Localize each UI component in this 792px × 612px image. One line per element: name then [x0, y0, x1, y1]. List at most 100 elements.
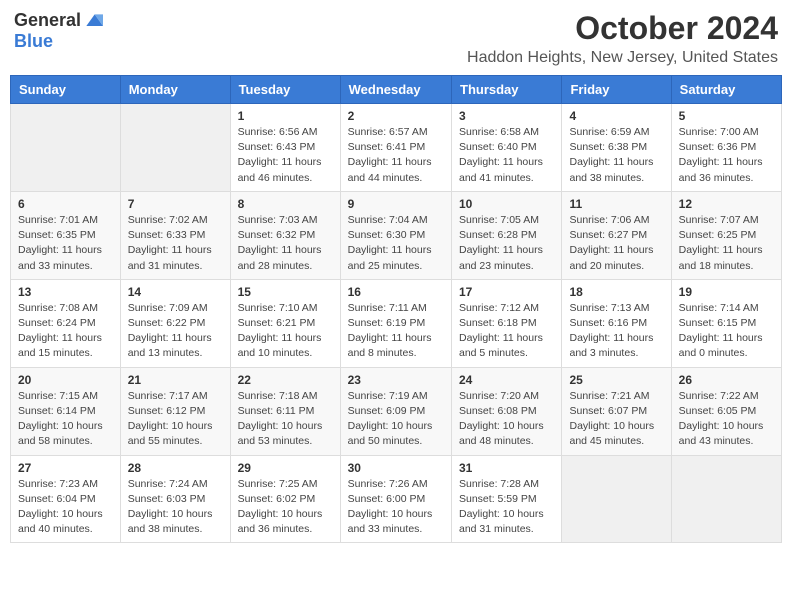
month-title: October 2024 — [467, 10, 778, 47]
day-header-monday: Monday — [120, 76, 230, 104]
calendar-cell: 22Sunrise: 7:18 AM Sunset: 6:11 PM Dayli… — [230, 367, 340, 455]
day-number: 19 — [679, 285, 774, 299]
day-info: Sunrise: 7:09 AM Sunset: 6:22 PM Dayligh… — [128, 301, 223, 362]
day-info: Sunrise: 7:10 AM Sunset: 6:21 PM Dayligh… — [238, 301, 333, 362]
day-number: 11 — [569, 197, 663, 211]
day-number: 9 — [348, 197, 444, 211]
calendar-cell: 18 Sunrise: 7:13 AM Sunset: 6:16 PM Dayli… — [562, 279, 671, 367]
calendar-cell: 11 Sunrise: 7:06 AM Sunset: 6:27 PM Dayli… — [562, 191, 671, 279]
day-info: Sunrise: 6:58 AM Sunset: 6:40 PM Dayligh… — [459, 125, 554, 186]
day-number: 8 — [238, 197, 333, 211]
day-info: Sunrise: 7:20 AM Sunset: 6:08 PM Dayligh… — [459, 389, 554, 450]
logo: General Blue — [14, 10, 103, 52]
calendar-table: SundayMondayTuesdayWednesdayThursdayFrid… — [10, 75, 782, 543]
logo-icon — [83, 11, 103, 31]
calendar-cell: 12 Sunrise: 7:07 AM Sunset: 6:25 PM Dayli… — [671, 191, 781, 279]
calendar-cell: 30 Sunrise: 7:26 AM Sunset: 6:00 PM Dayli… — [340, 455, 451, 543]
day-number: 20 — [18, 373, 113, 387]
day-info: Sunrise: 7:07 AM Sunset: 6:25 PM Dayligh… — [679, 213, 774, 274]
day-number: 15 — [238, 285, 333, 299]
day-number: 25 — [569, 373, 663, 387]
day-info: Sunrise: 7:03 AM Sunset: 6:32 PM Dayligh… — [238, 213, 333, 274]
day-info: Sunrise: 7:11 AM Sunset: 6:19 PM Dayligh… — [348, 301, 444, 362]
day-header-friday: Friday — [562, 76, 671, 104]
calendar-cell: 10Sunrise: 7:05 AM Sunset: 6:28 PM Dayli… — [452, 191, 562, 279]
week-row-1: 1 Sunrise: 6:56 AM Sunset: 6:43 PM Daylig… — [11, 104, 782, 192]
day-header-thursday: Thursday — [452, 76, 562, 104]
calendar-cell — [671, 455, 781, 543]
calendar-cell: 6 Sunrise: 7:01 AM Sunset: 6:35 PM Daylig… — [11, 191, 121, 279]
day-number: 10 — [459, 197, 554, 211]
day-info: Sunrise: 7:26 AM Sunset: 6:00 PM Dayligh… — [348, 477, 444, 538]
location-title: Haddon Heights, New Jersey, United State… — [467, 49, 778, 67]
calendar-cell: 31 Sunrise: 7:28 AM Sunset: 5:59 PM Dayli… — [452, 455, 562, 543]
day-info: Sunrise: 7:21 AM Sunset: 6:07 PM Dayligh… — [569, 389, 663, 450]
calendar-cell: 13 Sunrise: 7:08 AM Sunset: 6:24 PM Dayli… — [11, 279, 121, 367]
day-info: Sunrise: 6:57 AM Sunset: 6:41 PM Dayligh… — [348, 125, 444, 186]
day-number: 1 — [238, 109, 333, 123]
calendar-header-row: SundayMondayTuesdayWednesdayThursdayFrid… — [11, 76, 782, 104]
day-info: Sunrise: 7:19 AM Sunset: 6:09 PM Dayligh… — [348, 389, 444, 450]
day-info: Sunrise: 7:00 AM Sunset: 6:36 PM Dayligh… — [679, 125, 774, 186]
calendar-cell — [120, 104, 230, 192]
calendar-cell: 5 Sunrise: 7:00 AM Sunset: 6:36 PM Daylig… — [671, 104, 781, 192]
week-row-3: 13 Sunrise: 7:08 AM Sunset: 6:24 PM Dayli… — [11, 279, 782, 367]
day-info: Sunrise: 7:01 AM Sunset: 6:35 PM Dayligh… — [18, 213, 113, 274]
calendar-cell: 24Sunrise: 7:20 AM Sunset: 6:08 PM Dayli… — [452, 367, 562, 455]
day-info: Sunrise: 7:13 AM Sunset: 6:16 PM Dayligh… — [569, 301, 663, 362]
calendar-cell: 19 Sunrise: 7:14 AM Sunset: 6:15 PM Dayli… — [671, 279, 781, 367]
day-number: 6 — [18, 197, 113, 211]
calendar-cell — [562, 455, 671, 543]
day-number: 30 — [348, 461, 444, 475]
day-number: 23 — [348, 373, 444, 387]
calendar-cell: 15 Sunrise: 7:10 AM Sunset: 6:21 PM Dayli… — [230, 279, 340, 367]
day-header-saturday: Saturday — [671, 76, 781, 104]
day-info: Sunrise: 6:59 AM Sunset: 6:38 PM Dayligh… — [569, 125, 663, 186]
day-info: Sunrise: 7:15 AM Sunset: 6:14 PM Dayligh… — [18, 389, 113, 450]
day-number: 17 — [459, 285, 554, 299]
day-info: Sunrise: 7:06 AM Sunset: 6:27 PM Dayligh… — [569, 213, 663, 274]
calendar-cell: 21 Sunrise: 7:17 AM Sunset: 6:12 PM Dayli… — [120, 367, 230, 455]
logo-general-text: General — [14, 10, 81, 31]
day-info: Sunrise: 6:56 AM Sunset: 6:43 PM Dayligh… — [238, 125, 333, 186]
day-info: Sunrise: 7:04 AM Sunset: 6:30 PM Dayligh… — [348, 213, 444, 274]
day-info: Sunrise: 7:08 AM Sunset: 6:24 PM Dayligh… — [18, 301, 113, 362]
calendar-cell: 26Sunrise: 7:22 AM Sunset: 6:05 PM Dayli… — [671, 367, 781, 455]
title-section: October 2024 Haddon Heights, New Jersey,… — [467, 10, 778, 67]
logo-blue-text: Blue — [14, 31, 53, 52]
calendar-cell: 27 Sunrise: 7:23 AM Sunset: 6:04 PM Dayli… — [11, 455, 121, 543]
day-number: 26 — [679, 373, 774, 387]
day-number: 2 — [348, 109, 444, 123]
day-number: 12 — [679, 197, 774, 211]
calendar-cell — [11, 104, 121, 192]
calendar-cell: 8 Sunrise: 7:03 AM Sunset: 6:32 PM Daylig… — [230, 191, 340, 279]
calendar-cell: 29Sunrise: 7:25 AM Sunset: 6:02 PM Dayli… — [230, 455, 340, 543]
day-number: 13 — [18, 285, 113, 299]
day-info: Sunrise: 7:17 AM Sunset: 6:12 PM Dayligh… — [128, 389, 223, 450]
page-header: General Blue October 2024 Haddon Heights… — [10, 10, 782, 67]
calendar-cell: 4 Sunrise: 6:59 AM Sunset: 6:38 PM Daylig… — [562, 104, 671, 192]
calendar-cell: 3Sunrise: 6:58 AM Sunset: 6:40 PM Daylig… — [452, 104, 562, 192]
calendar-cell: 25 Sunrise: 7:21 AM Sunset: 6:07 PM Dayli… — [562, 367, 671, 455]
day-info: Sunrise: 7:14 AM Sunset: 6:15 PM Dayligh… — [679, 301, 774, 362]
calendar-cell: 23 Sunrise: 7:19 AM Sunset: 6:09 PM Dayli… — [340, 367, 451, 455]
day-info: Sunrise: 7:02 AM Sunset: 6:33 PM Dayligh… — [128, 213, 223, 274]
day-info: Sunrise: 7:24 AM Sunset: 6:03 PM Dayligh… — [128, 477, 223, 538]
day-info: Sunrise: 7:12 AM Sunset: 6:18 PM Dayligh… — [459, 301, 554, 362]
day-number: 5 — [679, 109, 774, 123]
day-number: 4 — [569, 109, 663, 123]
day-number: 27 — [18, 461, 113, 475]
day-info: Sunrise: 7:23 AM Sunset: 6:04 PM Dayligh… — [18, 477, 113, 538]
calendar-cell: 17 Sunrise: 7:12 AM Sunset: 6:18 PM Dayli… — [452, 279, 562, 367]
day-number: 18 — [569, 285, 663, 299]
day-info: Sunrise: 7:28 AM Sunset: 5:59 PM Dayligh… — [459, 477, 554, 538]
day-header-wednesday: Wednesday — [340, 76, 451, 104]
week-row-5: 27 Sunrise: 7:23 AM Sunset: 6:04 PM Dayli… — [11, 455, 782, 543]
day-info: Sunrise: 7:25 AM Sunset: 6:02 PM Dayligh… — [238, 477, 333, 538]
day-number: 28 — [128, 461, 223, 475]
calendar-cell: 16Sunrise: 7:11 AM Sunset: 6:19 PM Dayli… — [340, 279, 451, 367]
calendar-cell: 2 Sunrise: 6:57 AM Sunset: 6:41 PM Daylig… — [340, 104, 451, 192]
day-number: 21 — [128, 373, 223, 387]
calendar-cell: 28 Sunrise: 7:24 AM Sunset: 6:03 PM Dayli… — [120, 455, 230, 543]
day-number: 31 — [459, 461, 554, 475]
